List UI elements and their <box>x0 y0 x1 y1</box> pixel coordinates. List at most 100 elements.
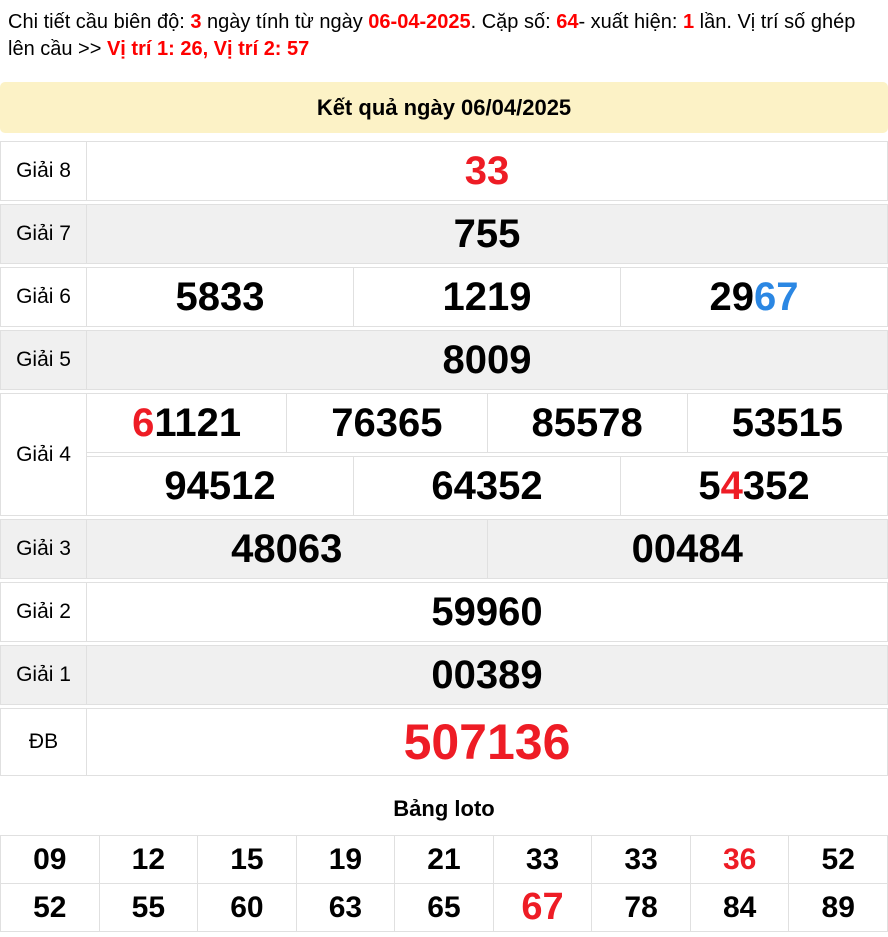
prize-number-segment: 8009 <box>442 337 532 382</box>
prize-subrow: 33 <box>87 141 888 201</box>
bridge-detail-segment: 06-04-2025 <box>368 11 471 33</box>
prize-cells: 5833 1219 29 67 <box>87 267 888 327</box>
loto-number-cell: 65 <box>395 884 494 932</box>
prize-number-segment: 00484 <box>631 526 743 571</box>
prize-cells: 8009 <box>87 330 888 390</box>
prize-number-cell: 00484 <box>487 519 888 579</box>
loto-number-cell: 33 <box>493 836 593 884</box>
prize-number-cell: 64352 <box>354 456 621 516</box>
loto-number-cell: 55 <box>99 884 199 932</box>
prize-label: Giải 2 <box>0 582 87 642</box>
prize-number-segment: 33 <box>464 148 510 193</box>
prize-number-segment: 00389 <box>431 652 543 697</box>
prize-number-cell: 76365 <box>287 393 488 453</box>
prize-number-segment: 76365 <box>331 400 443 445</box>
loto-number-cell: 21 <box>395 836 494 884</box>
bridge-detail-segment: . Cặp số: <box>470 11 557 33</box>
bridge-detail-segment: 64 <box>556 11 579 33</box>
loto-number-cell: 89 <box>789 884 888 932</box>
prize-row: Giải 5 8009 <box>0 330 888 390</box>
loto-number-cell: 09 <box>1 836 100 884</box>
prize-number-cell: 5 4 352 <box>621 456 888 516</box>
bridge-detail-segment: Chi tiết cầu biên độ: <box>8 11 191 33</box>
prize-number-segment: 5833 <box>175 274 265 319</box>
bridge-detail-segment: Vị trí 1: 26, Vị trí 2: 57 <box>106 38 310 60</box>
prize-number-cell: 6 1121 <box>87 393 288 453</box>
prize-number-cell: 48063 <box>87 519 488 579</box>
prize-table: Giải 8 33 Giải 7 755 Giải 6 5833 1219 29 67 Giải … <box>0 141 888 776</box>
result-date-title: Kết quả ngày 06/04/2025 <box>316 94 572 120</box>
prize-number-segment: 29 <box>709 274 755 319</box>
prize-row: ĐB 507136 <box>0 708 888 776</box>
loto-table-title: Bảng loto <box>393 796 495 821</box>
prize-cells: 59960 <box>87 582 888 642</box>
prize-label: Giải 8 <box>0 141 87 201</box>
loto-number-cell: 78 <box>592 884 691 932</box>
prize-subrow: 755 <box>87 204 888 264</box>
prize-cells: 6 1121 76365 85578 53515 94512 64352 5 4 352 <box>87 393 888 516</box>
loto-number-cell: 12 <box>99 836 199 884</box>
prize-label: Giải 4 <box>0 393 87 516</box>
prize-number-segment: 67 <box>754 274 799 319</box>
loto-number-cell: 67 <box>493 884 593 932</box>
prize-row: Giải 6 5833 1219 29 67 <box>0 267 888 327</box>
prize-row: Giải 4 6 1121 76365 85578 53515 94512 64352 5 4 35… <box>0 393 888 516</box>
prize-subrow: 507136 <box>87 708 888 776</box>
lottery-results-page: Chi tiết cầu biên độ: 3 ngày tính từ ngà… <box>0 0 888 932</box>
loto-number-cell: 19 <box>296 836 396 884</box>
bridge-detail-text: Chi tiết cầu biên độ: 3 ngày tính từ ngà… <box>0 0 888 63</box>
prize-label: Giải 5 <box>0 330 87 390</box>
prize-number-cell: 33 <box>87 141 888 201</box>
bridge-detail-segment: ngày tính từ ngày <box>201 11 369 33</box>
prize-cells: 00389 <box>87 645 888 705</box>
prize-subrow: 6 1121 76365 85578 53515 <box>87 393 888 453</box>
prize-number-segment: 59960 <box>431 589 543 634</box>
bridge-detail-segment: - xuất hiện: <box>578 11 683 33</box>
loto-number-cell: 36 <box>690 836 790 884</box>
prize-number-cell: 8009 <box>87 330 888 390</box>
prize-subrow: 00389 <box>87 645 888 705</box>
prize-number-segment: 4 <box>720 463 743 508</box>
prize-row: Giải 7 755 <box>0 204 888 264</box>
prize-number-cell: 755 <box>87 204 888 264</box>
prize-number-segment: 1219 <box>442 274 532 319</box>
prize-row: Giải 3 48063 00484 <box>0 519 888 579</box>
prize-label: Giải 7 <box>0 204 87 264</box>
loto-number-cell: 63 <box>296 884 396 932</box>
prize-number-cell: 94512 <box>87 456 354 516</box>
prize-cells: 507136 <box>87 708 888 776</box>
prize-number-segment: 53515 <box>731 400 843 445</box>
loto-number-cell: 52 <box>789 836 888 884</box>
prize-number-segment: 94512 <box>164 463 276 508</box>
prize-number-cell: 29 67 <box>621 267 888 327</box>
prize-number-cell: 85578 <box>487 393 688 453</box>
prize-number-segment: 85578 <box>531 400 643 445</box>
prize-label: Giải 3 <box>0 519 87 579</box>
prize-subrow: 59960 <box>87 582 888 642</box>
prize-number-cell: 5833 <box>87 267 354 327</box>
prize-number-segment: 6 <box>132 400 155 445</box>
prize-number-segment: 507136 <box>403 714 571 770</box>
result-date-banner: Kết quả ngày 06/04/2025 <box>0 82 888 133</box>
prize-row: Giải 2 59960 <box>0 582 888 642</box>
loto-number-cell: 60 <box>198 884 297 932</box>
bridge-detail-segment: 1 <box>682 11 695 33</box>
prize-number-cell: 00389 <box>87 645 888 705</box>
prize-subrow: 48063 00484 <box>87 519 888 579</box>
prize-number-cell: 53515 <box>687 393 888 453</box>
prize-number-segment: 64352 <box>431 463 543 508</box>
prize-number-segment: 755 <box>453 211 521 256</box>
loto-table: 09 12 15 19 21 33 33 36 52 52 55 60 63 65 67 78 84 89 <box>0 835 888 932</box>
bridge-detail-segment: 3 <box>190 11 202 33</box>
prize-number-segment: 352 <box>742 463 810 508</box>
prize-cells: 755 <box>87 204 888 264</box>
loto-number-cell: 33 <box>592 836 691 884</box>
prize-number-cell: 1219 <box>354 267 621 327</box>
prize-label: Giải 6 <box>0 267 87 327</box>
prize-cells: 48063 00484 <box>87 519 888 579</box>
prize-number-cell: 507136 <box>87 708 888 776</box>
prize-number-segment: 48063 <box>231 526 343 571</box>
loto-number-cell: 52 <box>1 884 100 932</box>
prize-number-cell: 59960 <box>87 582 888 642</box>
loto-number-cell: 15 <box>198 836 297 884</box>
